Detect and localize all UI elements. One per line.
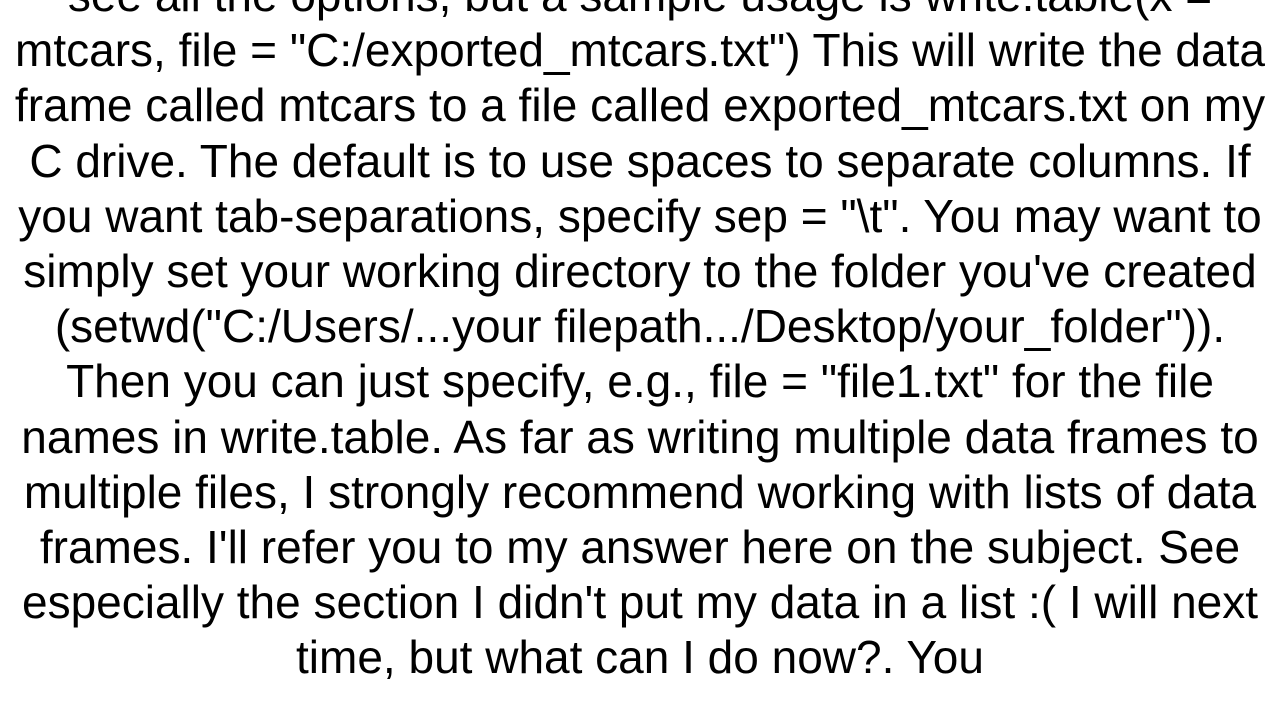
document-page: see all the options, but a sample usage … (0, 0, 1280, 720)
body-text: see all the options, but a sample usage … (10, 0, 1270, 685)
